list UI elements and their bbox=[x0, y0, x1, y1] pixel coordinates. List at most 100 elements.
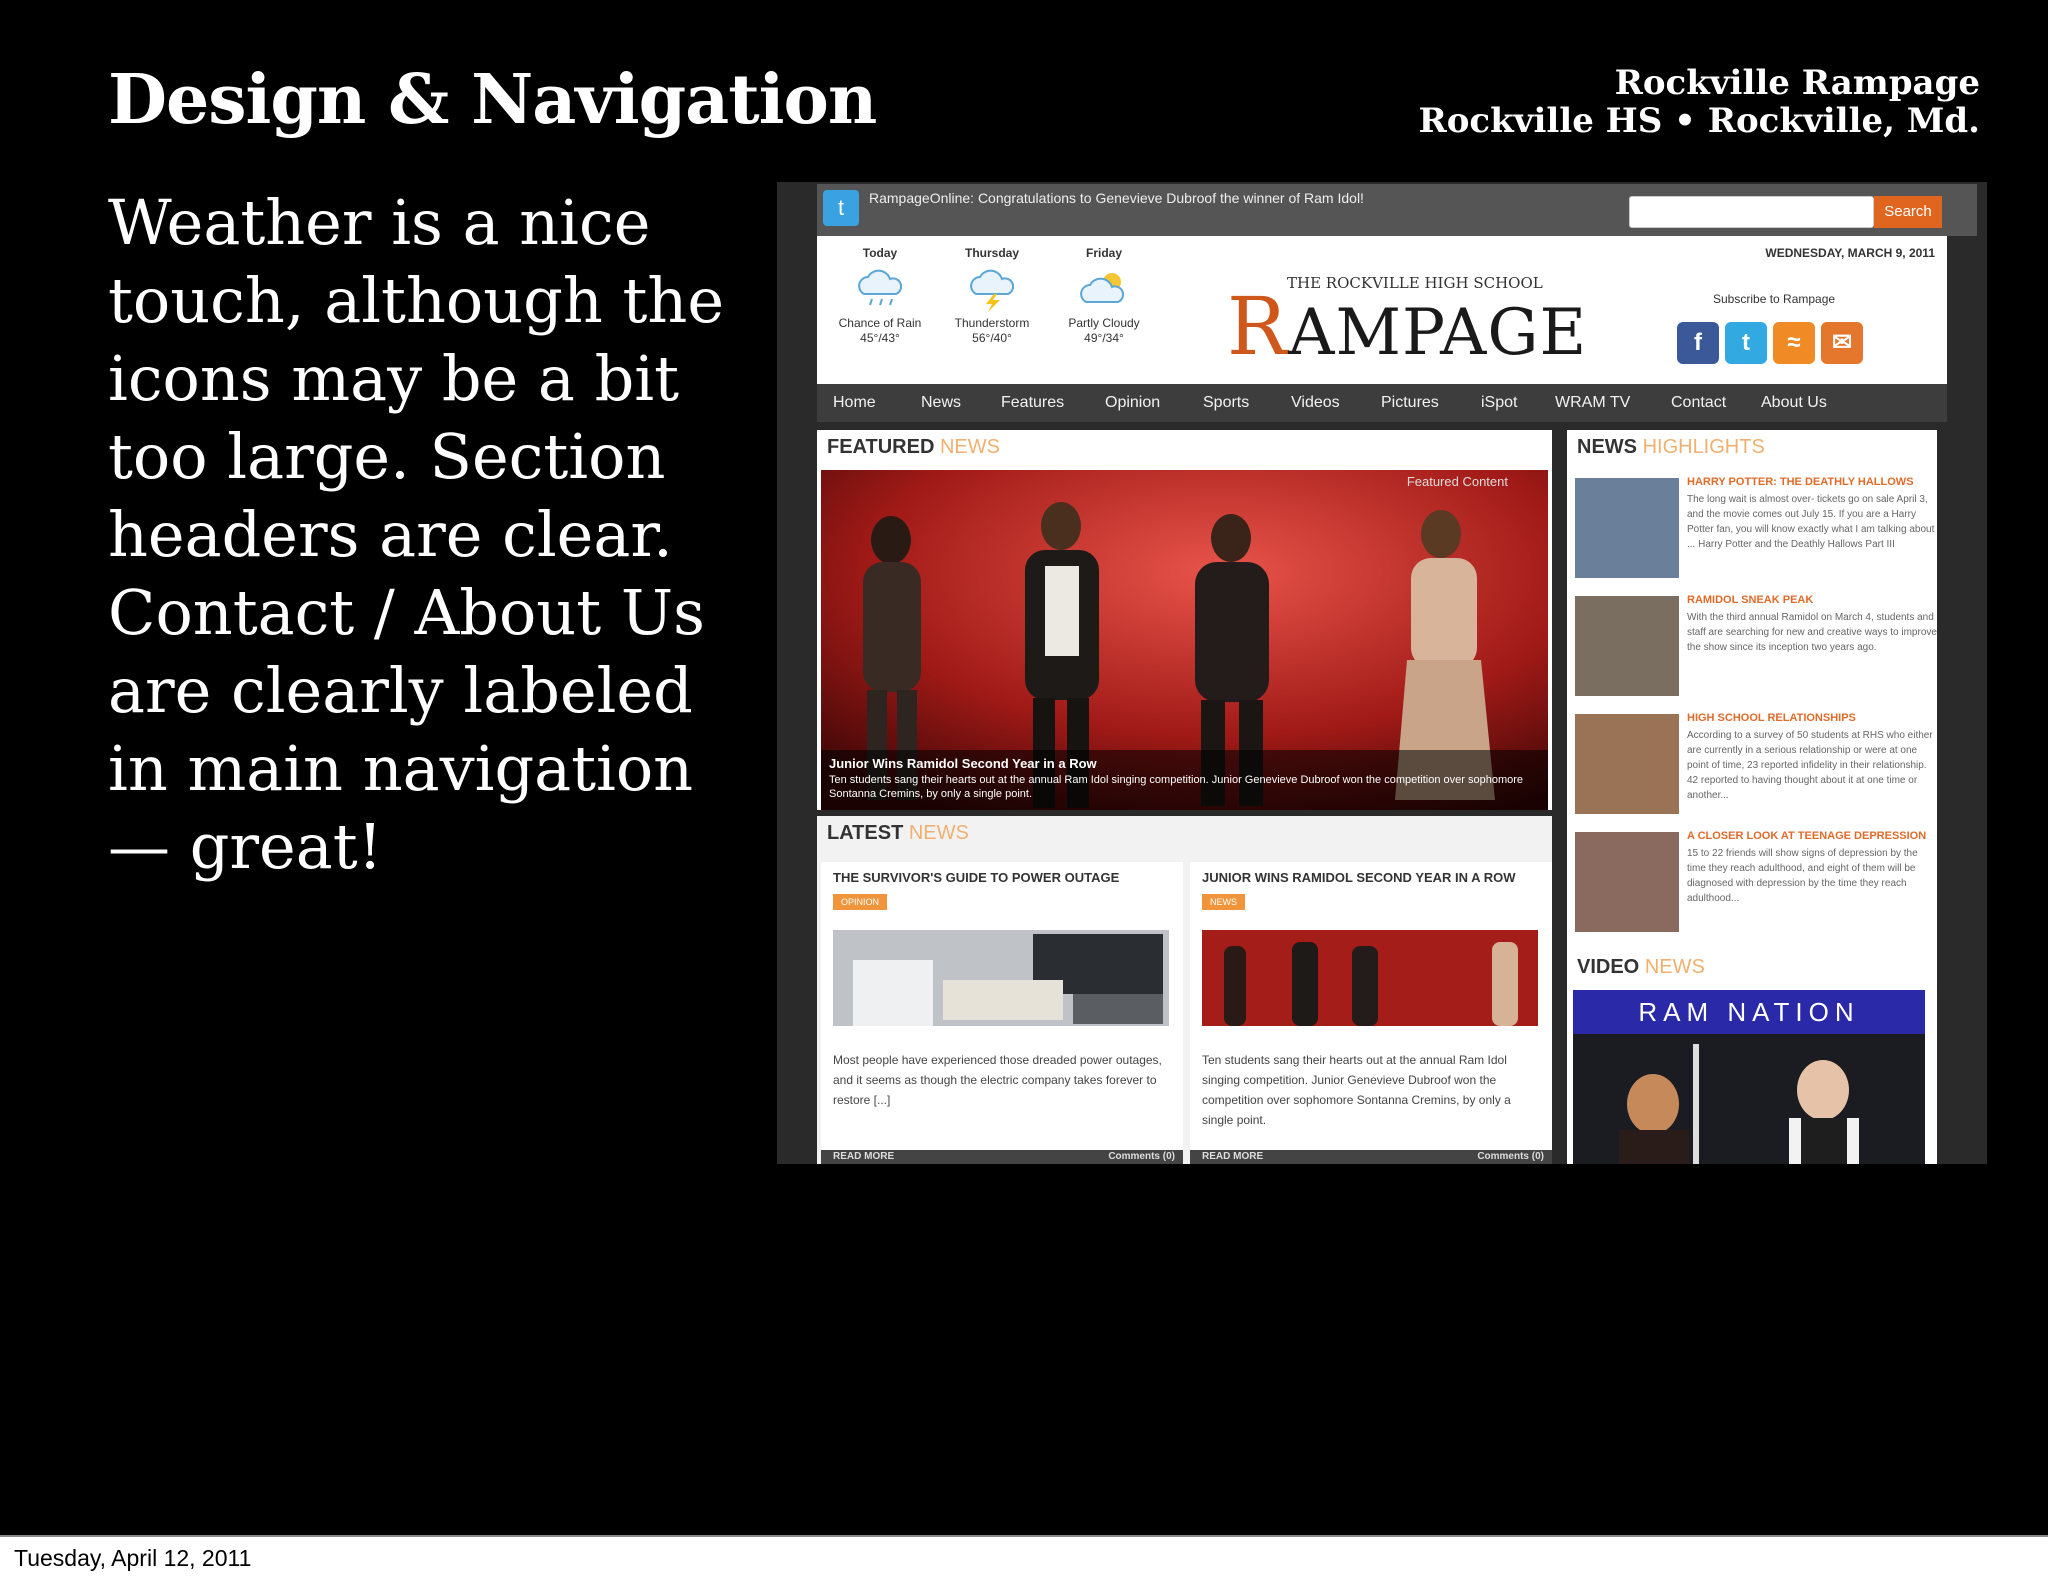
highlight-thumbnail[interactable] bbox=[1575, 596, 1679, 696]
highlight-item[interactable]: HIGH SCHOOL RELATIONSHIPS According to a… bbox=[1575, 708, 1935, 818]
slide-body-text: Weather is a nice touch, although the ic… bbox=[108, 186, 725, 883]
card-image[interactable] bbox=[833, 930, 1169, 1026]
card-category-tag[interactable]: OPINION bbox=[833, 894, 888, 910]
highlight-excerpt: 15 to 22 friends will show signs of depr… bbox=[1687, 848, 1918, 904]
card-footer: READ MORE Comments (0) bbox=[821, 1150, 1183, 1164]
weather-desc: Partly Cloudy bbox=[1068, 316, 1140, 330]
main-navigation: Home News Features Opinion Sports Videos… bbox=[817, 384, 1947, 422]
highlight-excerpt: According to a survey of 50 students at … bbox=[1687, 730, 1933, 801]
highlight-title[interactable]: RAMIDOL SNEAK PEAK bbox=[1687, 594, 1937, 606]
nav-about-us[interactable]: About Us bbox=[1761, 394, 1827, 412]
highlight-title[interactable]: HIGH SCHOOL RELATIONSHIPS bbox=[1687, 712, 1937, 724]
twitter-status[interactable]: RampageOnline: Congratulations to Genevi… bbox=[869, 190, 1364, 206]
nav-home[interactable]: Home bbox=[833, 394, 876, 412]
weather-friday: Friday Partly Cloudy 49°/34° bbox=[1049, 246, 1159, 346]
site-date: WEDNESDAY, MARCH 9, 2011 bbox=[1765, 246, 1935, 260]
weather-temp: 56°/40° bbox=[972, 331, 1012, 345]
source-school: Rockville HS • Rockville, Md. bbox=[1418, 101, 1981, 141]
video-player[interactable]: RAM NATION bbox=[1573, 990, 1925, 1164]
website-screenshot: t RampageOnline: Congratulations to Gene… bbox=[777, 182, 1987, 1164]
rain-cloud-icon bbox=[858, 269, 903, 306]
featured-photo[interactable]: Featured Content Junior Wins Ramidol Sec… bbox=[821, 470, 1548, 810]
section-header: LATEST NEWS bbox=[827, 822, 969, 844]
nav-pictures[interactable]: Pictures bbox=[1381, 394, 1439, 412]
twitter-bar: t RampageOnline: Congratulations to Gene… bbox=[817, 184, 1977, 236]
email-icon[interactable]: ✉ bbox=[1821, 322, 1863, 364]
highlight-excerpt: With the third annual Ramidol on March 4… bbox=[1687, 612, 1937, 653]
nav-contact[interactable]: Contact bbox=[1671, 394, 1726, 412]
highlight-item[interactable]: RAMIDOL SNEAK PEAK With the third annual… bbox=[1575, 590, 1937, 700]
site-logo[interactable]: RAMPAGE bbox=[1227, 280, 1587, 373]
highlight-excerpt: The long wait is almost over- tickets go… bbox=[1687, 494, 1935, 550]
latest-news: LATEST NEWS THE SURVIVOR'S GUIDE TO POWE… bbox=[817, 816, 1552, 1164]
section-header: VIDEO NEWS bbox=[1577, 956, 1705, 978]
video-thumbnail bbox=[1573, 1034, 1925, 1164]
twitter-icon[interactable]: t bbox=[1725, 322, 1767, 364]
weather-temp: 45°/43° bbox=[860, 331, 900, 345]
nav-opinion[interactable]: Opinion bbox=[1105, 394, 1160, 412]
twitter-bird-icon[interactable]: t bbox=[823, 190, 859, 226]
read-more-link[interactable]: READ MORE bbox=[833, 1151, 894, 1162]
nav-features[interactable]: Features bbox=[1001, 394, 1064, 412]
card-category-tag[interactable]: NEWS bbox=[1202, 894, 1245, 910]
footer-date: Tuesday, April 12, 2011 bbox=[14, 1545, 252, 1571]
card-image-graphic bbox=[1202, 930, 1538, 1026]
featured-news: FEATURED NEWS Featured Content Junior Wi… bbox=[817, 430, 1552, 810]
weather-thursday: Thursday Thunderstorm 56°/40° bbox=[937, 246, 1047, 346]
weather-day: Thursday bbox=[964, 246, 1019, 260]
nav-news[interactable]: News bbox=[921, 394, 961, 412]
masthead: Today Chance of Rain 45°/43° Thursday Th… bbox=[817, 236, 1947, 384]
facebook-icon[interactable]: f bbox=[1677, 322, 1719, 364]
nav-ispot[interactable]: iSpot bbox=[1481, 394, 1517, 412]
video-news: VIDEO NEWS RAM NATION bbox=[1567, 950, 1937, 1164]
subscribe-label: Subscribe to Rampage bbox=[1713, 292, 1836, 306]
card-excerpt: Ten students sang their hearts out at th… bbox=[1202, 1053, 1511, 1127]
card-excerpt: Most people have experienced those dread… bbox=[833, 1053, 1162, 1107]
featured-content-tag: Featured Content bbox=[1406, 474, 1508, 489]
search-button[interactable]: Search bbox=[1874, 196, 1942, 228]
weather-today: Today Chance of Rain 45°/43° bbox=[825, 246, 935, 346]
nav-videos[interactable]: Videos bbox=[1291, 394, 1340, 412]
slide-source: Rockville Rampage Rockville HS • Rockvil… bbox=[1419, 64, 1981, 140]
weather-day: Friday bbox=[1085, 246, 1122, 260]
card-image-graphic bbox=[833, 930, 1169, 1026]
card-title[interactable]: JUNIOR WINS RAMIDOL SECOND YEAR IN A ROW bbox=[1202, 870, 1515, 885]
news-highlights: NEWS HIGHLIGHTS HARRY POTTER: THE DEATHL… bbox=[1567, 430, 1937, 950]
section-header: NEWS HIGHLIGHTS bbox=[1577, 436, 1765, 458]
card-footer: READ MORE Comments (0) bbox=[1190, 1150, 1552, 1164]
highlight-item[interactable]: HARRY POTTER: THE DEATHLY HALLOWS The lo… bbox=[1575, 472, 1935, 582]
featured-caption-body: Ten students sang their hearts out at th… bbox=[829, 774, 1524, 800]
thunderstorm-icon bbox=[970, 269, 1015, 312]
search-input[interactable] bbox=[1629, 196, 1874, 228]
rss-icon[interactable]: ≈ bbox=[1773, 322, 1815, 364]
highlight-thumbnail[interactable] bbox=[1575, 832, 1679, 932]
weather-desc: Chance of Rain bbox=[838, 316, 922, 330]
read-more-link[interactable]: READ MORE bbox=[1202, 1151, 1263, 1162]
highlight-title[interactable]: HARRY POTTER: THE DEATHLY HALLOWS bbox=[1687, 476, 1937, 488]
card-image[interactable] bbox=[1202, 930, 1538, 1026]
weather-day: Today bbox=[862, 246, 898, 260]
slide-title: Design & Navigation bbox=[108, 60, 877, 140]
latest-news-card: THE SURVIVOR'S GUIDE TO POWER OUTAGE OPI… bbox=[821, 862, 1183, 1164]
section-header: FEATURED NEWS bbox=[827, 436, 1000, 458]
featured-caption: Junior Wins Ramidol Second Year in a Row… bbox=[821, 750, 1548, 810]
video-banner: RAM NATION bbox=[1573, 990, 1925, 1034]
highlight-title[interactable]: A CLOSER LOOK AT TEENAGE DEPRESSION bbox=[1687, 830, 1937, 842]
highlight-item[interactable]: A CLOSER LOOK AT TEENAGE DEPRESSION 15 t… bbox=[1575, 826, 1935, 936]
footer-bar: Tuesday, April 12, 2011 bbox=[0, 1535, 2048, 1576]
card-title[interactable]: THE SURVIVOR'S GUIDE TO POWER OUTAGE bbox=[833, 870, 1119, 885]
partly-cloudy-icon bbox=[1080, 273, 1125, 303]
slide: Design & Navigation Rockville Rampage Ro… bbox=[0, 0, 2048, 1535]
comments-link[interactable]: Comments (0) bbox=[1477, 1151, 1544, 1162]
nav-sports[interactable]: Sports bbox=[1203, 394, 1249, 412]
highlight-thumbnail[interactable] bbox=[1575, 714, 1679, 814]
logo-text: AMPAGE bbox=[1288, 296, 1588, 370]
source-publication: Rockville Rampage bbox=[1614, 63, 1980, 103]
highlight-thumbnail[interactable] bbox=[1575, 478, 1679, 578]
nav-wram-tv[interactable]: WRAM TV bbox=[1555, 394, 1630, 412]
latest-news-card: JUNIOR WINS RAMIDOL SECOND YEAR IN A ROW… bbox=[1190, 862, 1552, 1164]
weather-desc: Thunderstorm bbox=[954, 316, 1030, 330]
weather-temp: 49°/34° bbox=[1084, 331, 1124, 345]
comments-link[interactable]: Comments (0) bbox=[1108, 1151, 1175, 1162]
featured-caption-title[interactable]: Junior Wins Ramidol Second Year in a Row bbox=[829, 756, 1540, 771]
